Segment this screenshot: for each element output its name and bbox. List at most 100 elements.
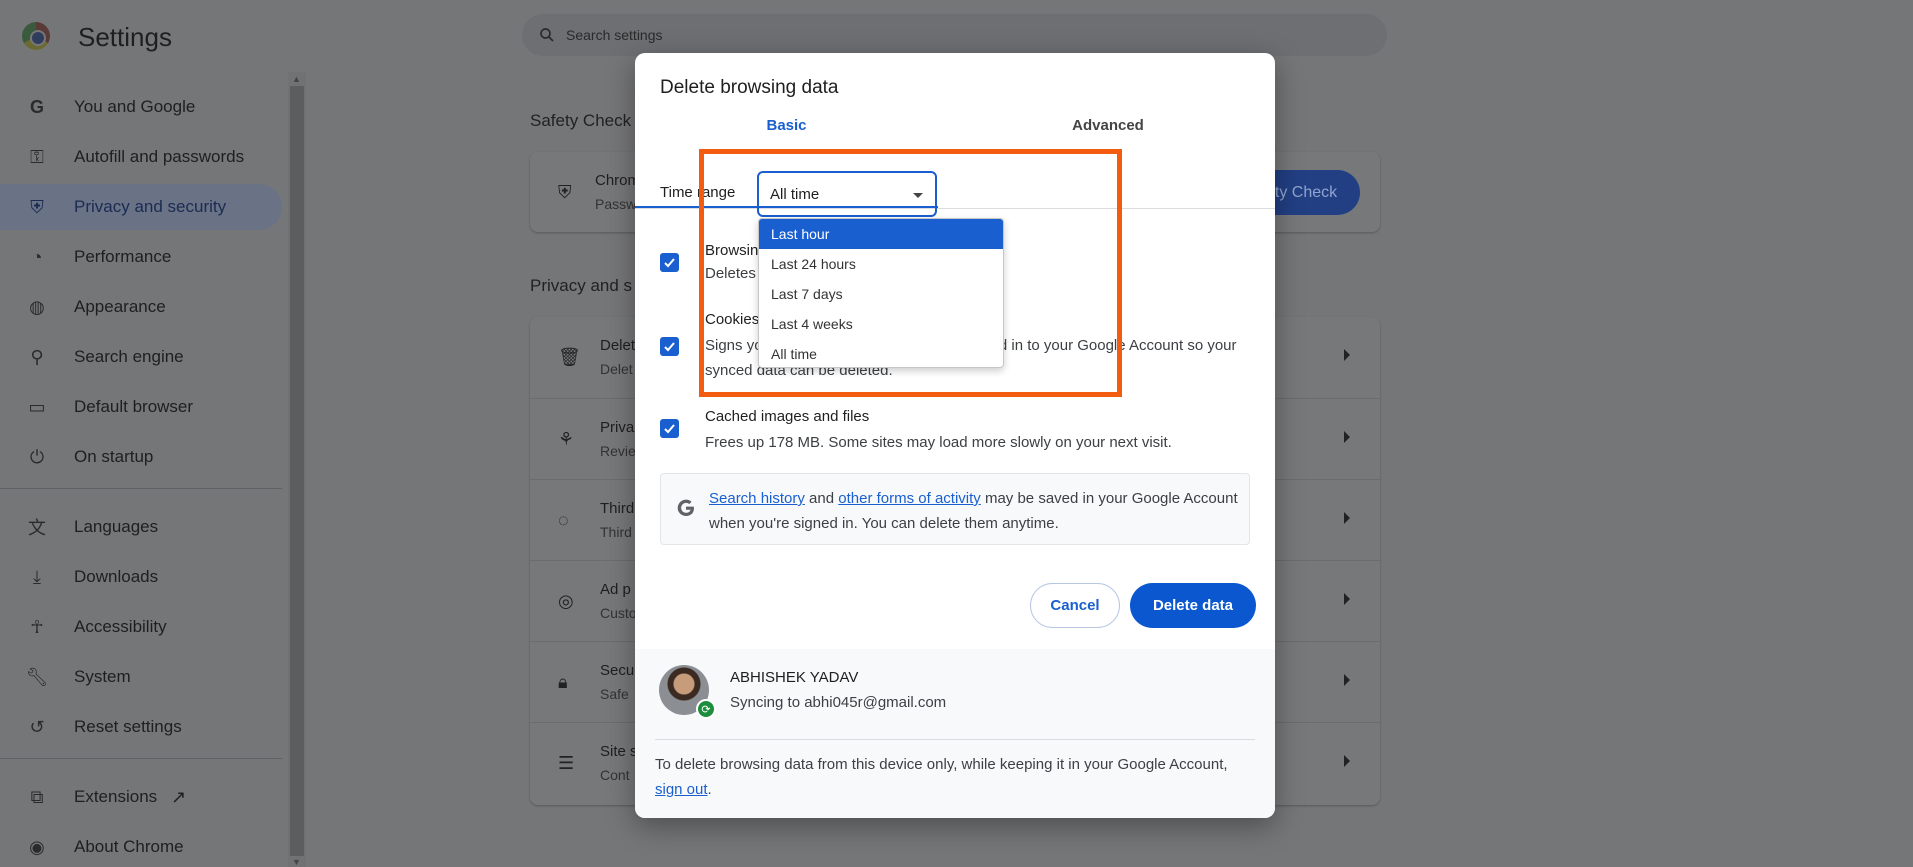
tab-advanced[interactable]: Advanced xyxy=(958,117,1258,147)
arrow-right-icon xyxy=(1344,674,1350,686)
sidebar-item-label: Autofill and passwords xyxy=(74,147,245,166)
sync-icon: ⟳ xyxy=(696,699,716,719)
highlight-annotation-box xyxy=(699,149,1122,397)
privacy-heading: Privacy and s xyxy=(530,276,633,295)
row-sub: Safe xyxy=(600,686,629,702)
tab-basic[interactable]: Basic xyxy=(635,117,938,147)
sidebar-item-downloads[interactable]: ⤓ Downloads xyxy=(0,554,282,600)
cancel-button[interactable]: Cancel xyxy=(1030,583,1120,628)
puzzle-icon: ⧉ xyxy=(30,786,44,807)
sidebar-item-label: System xyxy=(74,667,131,686)
sidebar-item-on-startup[interactable]: ⏻ On startup xyxy=(0,434,282,480)
sidebar-item-privacy[interactable]: ⛨ Privacy and security xyxy=(0,184,282,230)
other-activity-link[interactable]: other forms of activity xyxy=(838,490,981,507)
row-sub: Third xyxy=(600,524,632,540)
checkmark-icon xyxy=(664,424,675,434)
arrow-right-icon xyxy=(1344,593,1350,605)
sidebar-item-label: Accessibility xyxy=(74,617,167,636)
scrollbar-thumb[interactable] xyxy=(290,86,304,856)
checkmark-icon xyxy=(664,342,675,352)
safety-check-sub: Passw xyxy=(595,196,637,212)
dialog-title: Delete browsing data xyxy=(660,77,839,98)
download-icon: ⤓ xyxy=(33,566,41,587)
chrome-icon: ◉ xyxy=(29,836,45,857)
search-icon xyxy=(540,28,554,42)
sidebar-item-label: Search engine xyxy=(74,347,184,366)
sidebar-item-label: Privacy and security xyxy=(74,197,227,216)
cached-images-checkbox[interactable] xyxy=(660,419,679,438)
privacy-guide-icon: ⚘ xyxy=(558,429,575,449)
row-title: Priva xyxy=(600,419,635,436)
open-in-new-icon: ↗ xyxy=(171,786,187,807)
sidebar-item-system[interactable]: 🔧︎ System xyxy=(0,654,282,700)
arrow-right-icon xyxy=(1344,755,1350,767)
sidebar-item-extensions[interactable]: ⧉ Extensions ↗ xyxy=(0,774,282,820)
google-activity-info: Search history and other forms of activi… xyxy=(660,473,1250,545)
speedometer-icon: ◔ xyxy=(31,246,43,267)
account-name: ABHISHEK YADAV xyxy=(730,669,859,686)
sidebar-item-search-engine[interactable]: ⚲ Search engine xyxy=(0,334,282,380)
safety-check-heading: Safety Check xyxy=(530,111,632,130)
search-bar[interactable] xyxy=(522,14,1387,56)
cookies-checkbox[interactable] xyxy=(660,337,679,356)
sidebar-item-label: Default browser xyxy=(74,397,194,416)
safety-check-title: Chrom xyxy=(595,172,641,189)
sidebar-scrollbar[interactable]: ▲ ▼ xyxy=(288,72,306,867)
sidebar-item-performance[interactable]: ◔ Performance xyxy=(0,234,282,280)
sidebar-item-languages[interactable]: 文 Languages xyxy=(0,504,282,550)
browser-icon: ▭ xyxy=(28,396,46,417)
reset-icon: ↺ xyxy=(29,716,45,737)
row-title: Third xyxy=(600,500,635,517)
footer-note-end: . xyxy=(707,781,712,798)
info-text: Search history and other forms of activi… xyxy=(709,486,1239,536)
palette-icon: ◍ xyxy=(29,296,45,317)
key-icon: ⚿ xyxy=(30,146,44,167)
arrow-right-icon xyxy=(1344,512,1350,524)
tune-icon: ☰ xyxy=(558,753,575,773)
footer-divider xyxy=(655,739,1255,740)
sidebar-item-label: Languages xyxy=(74,517,159,536)
sidebar-item-accessibility[interactable]: ☥ Accessibility xyxy=(0,604,282,650)
power-icon: ⏻ xyxy=(29,446,45,467)
dialog-footer: ⟳ ABHISHEK YADAV Syncing to abhi045r@gma… xyxy=(635,649,1275,818)
accessibility-icon: ☥ xyxy=(30,616,44,637)
sidebar-item-default-browser[interactable]: ▭ Default browser xyxy=(0,384,282,430)
sidebar-item-appearance[interactable]: ◍ Appearance xyxy=(0,284,282,330)
sidebar-item-label: Reset settings xyxy=(74,717,182,736)
delete-data-button[interactable]: Delete data xyxy=(1130,583,1256,628)
search-history-link[interactable]: Search history xyxy=(709,490,805,507)
shield-icon: ⛨ xyxy=(558,182,572,202)
sidebar-item-about-chrome[interactable]: ◉ About Chrome xyxy=(0,824,282,867)
footer-note: To delete browsing data from this device… xyxy=(655,752,1255,802)
shield-icon: ⛨ xyxy=(30,196,44,217)
row-title: Ad p xyxy=(600,581,631,598)
app-title: Settings xyxy=(78,22,172,52)
sidebar-item-reset-settings[interactable]: ↺ Reset settings xyxy=(0,704,282,750)
sidebar-item-you-and-google[interactable]: G You and Google xyxy=(0,84,282,130)
info-text-part: and xyxy=(804,490,839,507)
sign-out-link[interactable]: sign out xyxy=(655,781,708,798)
sidebar-item-autofill[interactable]: ⚿ Autofill and passwords xyxy=(0,134,282,180)
ad-privacy-icon: ◎ xyxy=(558,591,574,611)
footer-note-text: To delete browsing data from this device… xyxy=(655,756,1228,773)
search-input[interactable] xyxy=(566,27,1166,43)
row-sub: Cont xyxy=(600,767,630,783)
google-icon: G xyxy=(29,96,44,117)
lock-icon: 🔒︎ xyxy=(558,672,568,692)
sidebar-divider xyxy=(0,488,282,489)
sidebar-item-label: You and Google xyxy=(74,97,196,116)
scroll-up-icon[interactable]: ▲ xyxy=(292,74,301,84)
row-title: Secu xyxy=(600,662,635,679)
trash-icon: 🗑︎ xyxy=(558,347,581,367)
wrench-icon: 🔧︎ xyxy=(25,666,49,687)
search-icon: ⚲ xyxy=(30,346,44,367)
browsing-history-checkbox[interactable] xyxy=(660,253,679,272)
option-title: Cached images and files xyxy=(705,408,870,425)
sidebar-item-label: About Chrome xyxy=(74,837,184,856)
sidebar-item-label: Extensions xyxy=(74,787,158,806)
sidebar-item-label: Appearance xyxy=(74,297,166,316)
checkmark-icon xyxy=(664,258,675,268)
sidebar-divider xyxy=(0,758,282,759)
scroll-down-icon[interactable]: ▼ xyxy=(292,857,301,867)
row-title: Site s xyxy=(600,743,638,760)
